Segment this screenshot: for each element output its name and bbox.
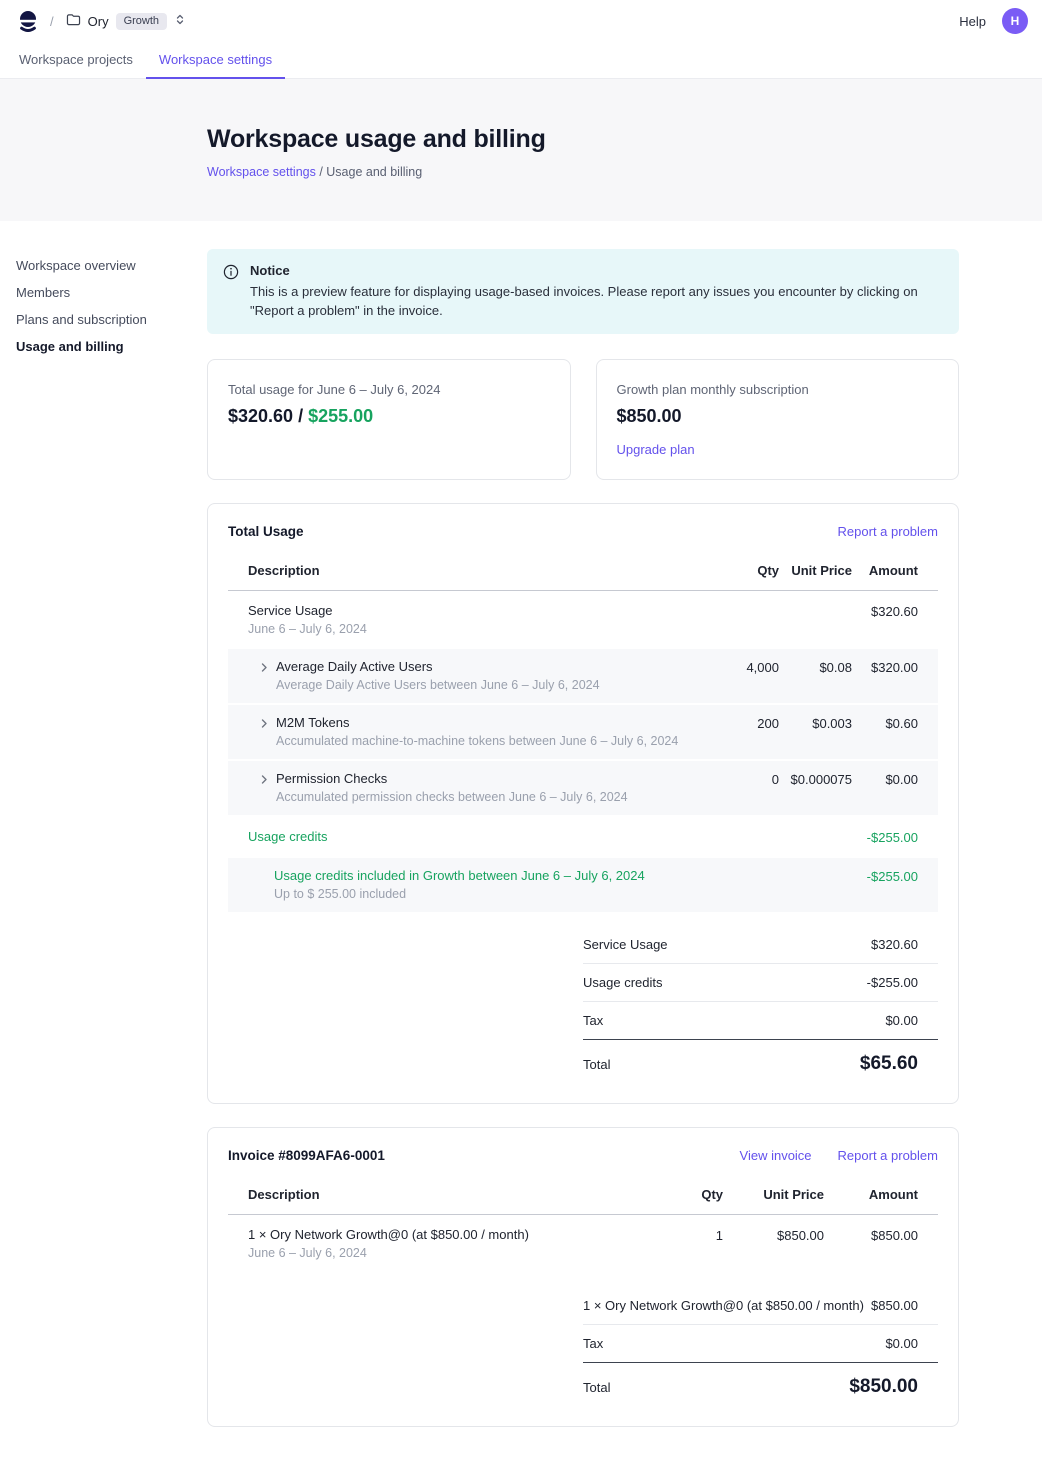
sidebar-item-workspace-overview[interactable]: Workspace overview bbox=[16, 252, 207, 279]
table-row-usage-credits: Usage credits -$255.00 bbox=[228, 817, 938, 858]
table-row-average-daily-active-users[interactable]: Average Daily Active Users Average Daily… bbox=[228, 649, 938, 703]
view-invoice-link[interactable]: View invoice bbox=[740, 1148, 812, 1163]
notice-title: Notice bbox=[250, 263, 928, 278]
tab-workspace-projects[interactable]: Workspace projects bbox=[6, 42, 146, 78]
col-unit-price: Unit Price bbox=[723, 1187, 824, 1202]
tab-workspace-settings[interactable]: Workspace settings bbox=[146, 42, 285, 78]
summary-row-total: Total $65.60 bbox=[583, 1040, 938, 1077]
col-amount: Amount bbox=[852, 563, 918, 578]
table-row-m2m-tokens[interactable]: M2M Tokens Accumulated machine-to-machin… bbox=[228, 705, 938, 759]
report-problem-link[interactable]: Report a problem bbox=[838, 524, 938, 539]
total-usage-card: Total usage for June 6 – July 6, 2024 $3… bbox=[207, 359, 571, 480]
ory-logo-icon[interactable] bbox=[18, 11, 38, 32]
table-row-usage-credits-detail: Usage credits included in Growth between… bbox=[228, 858, 938, 912]
workspace-tabs: Workspace projects Workspace settings bbox=[0, 42, 1042, 79]
notice-body: This is a preview feature for displaying… bbox=[250, 282, 928, 320]
usage-table-header: Description Qty Unit Price Amount bbox=[228, 555, 938, 591]
upgrade-plan-link[interactable]: Upgrade plan bbox=[617, 442, 695, 457]
sidebar-item-members[interactable]: Members bbox=[16, 279, 207, 306]
chevron-right-icon[interactable] bbox=[259, 717, 269, 748]
breadcrumb-current: Usage and billing bbox=[326, 165, 422, 179]
workspace-switcher[interactable]: Ory Growth bbox=[66, 13, 186, 30]
breadcrumb-parent-link[interactable]: Workspace settings bbox=[207, 165, 316, 179]
breadcrumb: Workspace settings / Usage and billing bbox=[207, 165, 1026, 179]
table-row-service-usage: Service Usage June 6 – July 6, 2024 $320… bbox=[228, 591, 938, 649]
caret-sort-icon bbox=[174, 13, 186, 29]
invoice-summary: 1 × Ory Network Growth@0 (at $850.00 / m… bbox=[583, 1287, 938, 1400]
invoice-table-header: Description Qty Unit Price Amount bbox=[228, 1179, 938, 1215]
total-usage-panel: Total Usage Report a problem Description… bbox=[207, 503, 959, 1104]
col-unit-price: Unit Price bbox=[779, 563, 852, 578]
table-row-subscription-line: 1 × Ory Network Growth@0 (at $850.00 / m… bbox=[228, 1215, 938, 1273]
topbar: / Ory Growth Help H bbox=[0, 0, 1042, 42]
chevron-right-icon[interactable] bbox=[259, 661, 269, 692]
invoice-panel: Invoice #8099AFA6-0001 View invoice Repo… bbox=[207, 1127, 959, 1427]
report-problem-link[interactable]: Report a problem bbox=[838, 1148, 938, 1163]
usage-panel-title: Total Usage bbox=[228, 524, 304, 539]
total-usage-label: Total usage for June 6 – July 6, 2024 bbox=[228, 382, 550, 397]
user-avatar[interactable]: H bbox=[1002, 8, 1028, 34]
path-separator: / bbox=[50, 14, 54, 29]
col-description: Description bbox=[248, 563, 699, 578]
col-qty: Qty bbox=[699, 563, 779, 578]
table-row-permission-checks[interactable]: Permission Checks Accumulated permission… bbox=[228, 761, 938, 815]
usage-summary: Service Usage $320.60 Usage credits -$25… bbox=[583, 926, 938, 1077]
plan-badge: Growth bbox=[116, 13, 167, 30]
notice-banner: Notice This is a preview feature for dis… bbox=[207, 249, 959, 334]
summary-row-total: Total $850.00 bbox=[583, 1363, 938, 1400]
page-header: Workspace usage and billing Workspace se… bbox=[0, 79, 1042, 221]
col-amount: Amount bbox=[824, 1187, 918, 1202]
summary-row-tax: Tax $0.00 bbox=[583, 1325, 938, 1363]
included-credit-amount: $255.00 bbox=[308, 406, 373, 426]
summary-row-usage-credits: Usage credits -$255.00 bbox=[583, 964, 938, 1002]
breadcrumb-separator: / bbox=[316, 165, 326, 179]
summary-row-tax: Tax $0.00 bbox=[583, 1002, 938, 1040]
subscription-amount: $850.00 bbox=[617, 406, 939, 427]
chevron-right-icon[interactable] bbox=[259, 773, 269, 804]
invoice-title: Invoice #8099AFA6-0001 bbox=[228, 1148, 385, 1163]
subscription-label: Growth plan monthly subscription bbox=[617, 382, 939, 397]
info-icon bbox=[223, 264, 239, 320]
page-title: Workspace usage and billing bbox=[207, 125, 1026, 154]
summary-row-service-usage: Service Usage $320.60 bbox=[583, 926, 938, 964]
subscription-card: Growth plan monthly subscription $850.00… bbox=[596, 359, 960, 480]
col-qty: Qty bbox=[643, 1187, 723, 1202]
help-link[interactable]: Help bbox=[959, 14, 986, 29]
total-usage-amount: $320.60 / $255.00 bbox=[228, 406, 550, 427]
col-description: Description bbox=[248, 1187, 643, 1202]
summary-row-subscription: 1 × Ory Network Growth@0 (at $850.00 / m… bbox=[583, 1287, 938, 1325]
folder-icon bbox=[66, 13, 81, 29]
workspace-name: Ory bbox=[88, 14, 109, 29]
sidebar-item-usage-billing[interactable]: Usage and billing bbox=[16, 333, 207, 360]
sidebar-item-plans-subscription[interactable]: Plans and subscription bbox=[16, 306, 207, 333]
settings-sidebar: Workspace overview Members Plans and sub… bbox=[16, 249, 207, 1427]
